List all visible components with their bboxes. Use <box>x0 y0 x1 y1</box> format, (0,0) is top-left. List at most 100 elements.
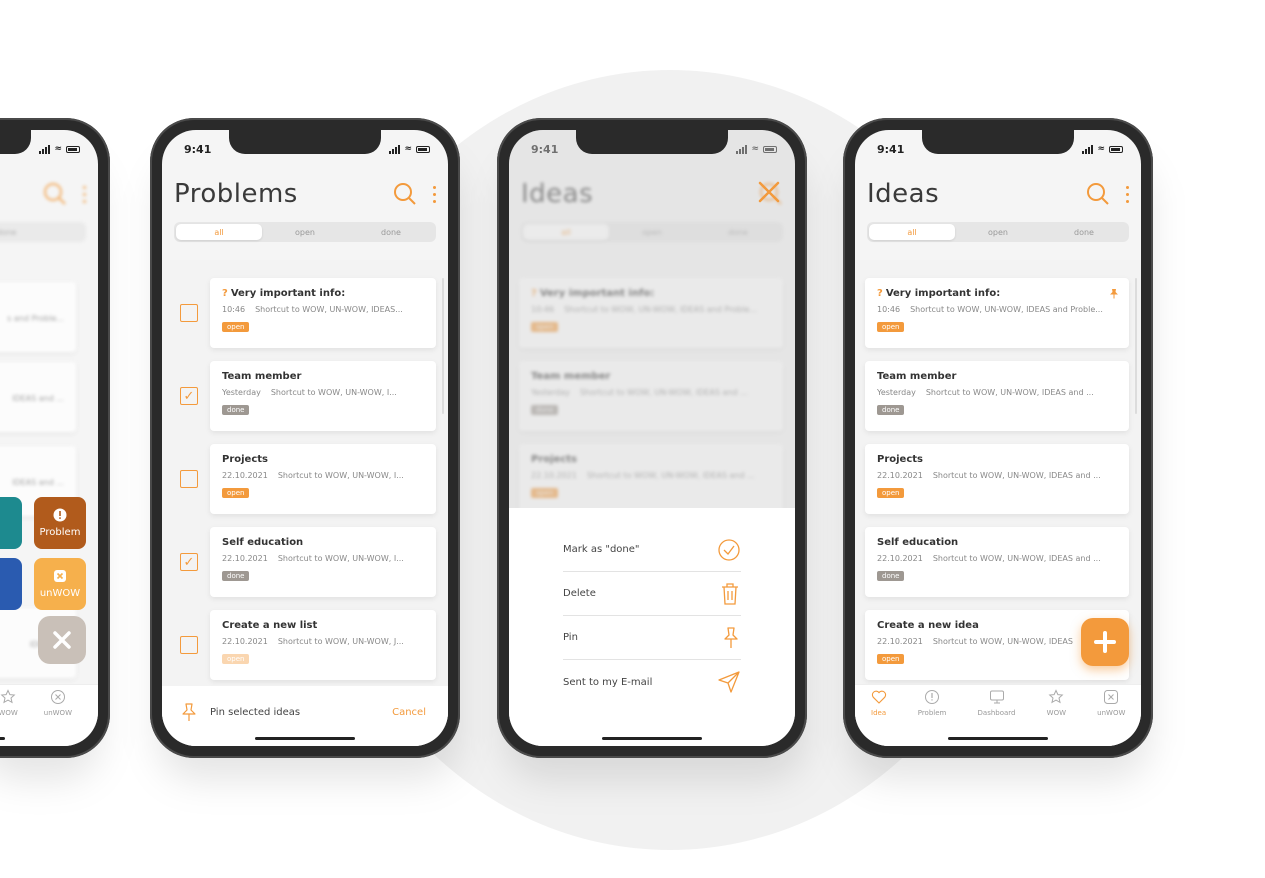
item-title: Create a new idea <box>877 620 979 631</box>
item-title: Projects <box>877 454 924 465</box>
close-box-icon <box>50 690 65 704</box>
list-item[interactable]: Self education 22.10.2021 Shortcut to WOW… <box>865 527 1129 597</box>
mark-done-action[interactable]: Mark as "done" <box>563 528 741 572</box>
item-title: Team member <box>877 371 957 382</box>
card-snippet: s and Proble... <box>7 314 64 323</box>
item-text: Shortcut to WOW, UN-WOW, I... <box>270 388 397 397</box>
star-icon <box>0 689 16 704</box>
showcase-stage: ≈ done s and Proble... IDEAS and ... IDE… <box>0 0 1265 878</box>
item-time: 22.10.2021 <box>222 471 268 480</box>
item-time: 22.10.2021 <box>877 554 923 563</box>
tab-done[interactable]: done <box>1041 224 1127 240</box>
close-box-icon <box>54 570 66 582</box>
tab-all[interactable]: all <box>869 224 955 240</box>
checkbox[interactable] <box>180 304 198 322</box>
tab-unwow[interactable]: unWOW <box>1097 689 1125 746</box>
action-label: Pin <box>563 632 578 643</box>
checkbox[interactable] <box>180 470 198 488</box>
quick-action-label: Problem <box>39 527 81 538</box>
quick-action-teal[interactable] <box>0 497 22 549</box>
list-item[interactable]: ? Very important info: 10:46 Shortcut to W… <box>180 278 436 348</box>
pin-action[interactable]: Pin <box>563 616 741 660</box>
cancel-button[interactable]: Cancel <box>392 707 426 718</box>
action-label: Mark as "done" <box>563 544 640 555</box>
item-text: Shortcut to WOW, UN-WOW, IDEAS <box>932 637 1073 646</box>
quick-action-blue[interactable] <box>0 558 22 610</box>
add-idea-button[interactable] <box>1081 618 1129 666</box>
quick-action-problem[interactable]: Problem <box>34 497 86 549</box>
search-icon[interactable] <box>393 182 417 206</box>
quick-action-unwow[interactable]: unWOW <box>34 558 86 610</box>
item-time: 10:46 <box>222 305 246 314</box>
status-badge: open <box>877 322 905 332</box>
tab-open[interactable]: open <box>955 224 1041 240</box>
send-email-action[interactable]: Sent to my E-mail <box>563 660 741 704</box>
item-text: Shortcut to WOW, UN-WOW, IDEAS and ... <box>925 388 1094 397</box>
status-badge: done <box>877 571 905 581</box>
pin-icon <box>182 703 196 721</box>
tab-unwow[interactable]: unWOW <box>44 689 72 746</box>
list-item[interactable]: ? Very important info: 10:46 Shortcut to W… <box>865 278 1129 348</box>
ideas-screen: 9:41 ≈ Ideas all open done ? Very import… <box>855 130 1141 746</box>
list-item[interactable]: Projects 22.10.2021 Shortcut to WOW, UN-W… <box>180 444 436 514</box>
tab-done[interactable]: done <box>348 224 434 240</box>
item-text: Shortcut to WOW, UN-WOW, IDEAS and Probl… <box>910 305 1103 314</box>
more-icon[interactable] <box>1126 185 1129 203</box>
delete-action[interactable]: Delete <box>563 572 741 616</box>
star-icon <box>1048 689 1064 704</box>
item-title: Team member <box>222 371 302 382</box>
item-title: Create a new list <box>222 620 318 631</box>
more-icon[interactable] <box>83 185 86 203</box>
checkbox-checked[interactable]: ✓ <box>180 553 198 571</box>
status-badge: open <box>877 654 905 664</box>
item-time: Yesterday <box>877 388 916 397</box>
pinned-icon <box>1109 288 1119 302</box>
phone-1: ≈ done s and Proble... IDEAS and ... IDE… <box>0 118 110 758</box>
ideas-list: ? Very important info: 10:46 Shortcut to W… <box>855 260 1141 746</box>
card-snippet: IDEAS and ... <box>12 478 64 487</box>
status-badge: open <box>222 322 250 332</box>
ideas-actions-screen: 9:41 ≈ Ideas all open done ? Very importa… <box>509 130 795 746</box>
checkbox[interactable] <box>180 636 198 654</box>
list-item[interactable]: Projects 22.10.2021 Shortcut to WOW, UN-W… <box>865 444 1129 514</box>
list-item[interactable]: ✓ Self education 22.10.2021 Shortcut to W… <box>180 527 436 597</box>
tab-open[interactable]: open <box>262 224 348 240</box>
phone-ideas: 9:41 ≈ Ideas all open done ? Very import… <box>843 118 1153 758</box>
close-box-icon <box>1104 690 1119 704</box>
phone-ideas-actions: 9:41 ≈ Ideas all open done ? Very importa… <box>497 118 807 758</box>
list-item[interactable]: Team member Yesterday Shortcut to WOW, UN… <box>865 361 1129 431</box>
tab-label: WOW <box>0 709 18 717</box>
checkbox-checked[interactable]: ✓ <box>180 387 198 405</box>
list-item[interactable]: ✓ Team member Yesterday Shortcut to WOW, … <box>180 361 436 431</box>
action-label: Delete <box>563 588 596 599</box>
search-icon[interactable] <box>1086 182 1110 206</box>
heart-icon <box>871 690 886 704</box>
check-circle-icon <box>718 538 740 561</box>
item-time: 10:46 <box>877 305 901 314</box>
tab-all[interactable]: all <box>176 224 262 240</box>
plus-icon <box>1094 631 1116 653</box>
item-time: 22.10.2021 <box>877 637 923 646</box>
status-badge: done <box>222 405 250 415</box>
search-icon[interactable] <box>43 182 67 206</box>
tab-done[interactable]: done <box>0 224 84 240</box>
trash-icon <box>722 582 738 605</box>
close-icon[interactable] <box>757 180 781 204</box>
list-item[interactable]: Create a new list 22.10.2021 Shortcut to … <box>180 610 436 680</box>
status-time: 9:41 <box>184 142 212 156</box>
tab-label: unWOW <box>1097 709 1126 717</box>
tab-wow[interactable]: WOW <box>1047 689 1066 746</box>
item-title: Self education <box>222 537 304 548</box>
action-label: Sent to my E-mail <box>563 676 653 688</box>
more-icon[interactable] <box>433 185 436 203</box>
item-time: 22.10.2021 <box>222 637 268 646</box>
tab-problem[interactable]: Problem <box>918 689 946 746</box>
page-title: Problems <box>174 179 298 209</box>
close-quick-actions-button[interactable] <box>38 616 86 664</box>
action-sheet: Mark as "done" Delete Pin Sent to my E-m… <box>509 508 795 746</box>
pin-selected-button[interactable]: Pin selected ideas <box>210 707 300 718</box>
tab-idea[interactable]: Idea <box>871 689 887 746</box>
exclamation-circle-icon <box>925 690 940 704</box>
item-time: Yesterday <box>222 388 261 397</box>
status-badge: open <box>222 654 250 664</box>
